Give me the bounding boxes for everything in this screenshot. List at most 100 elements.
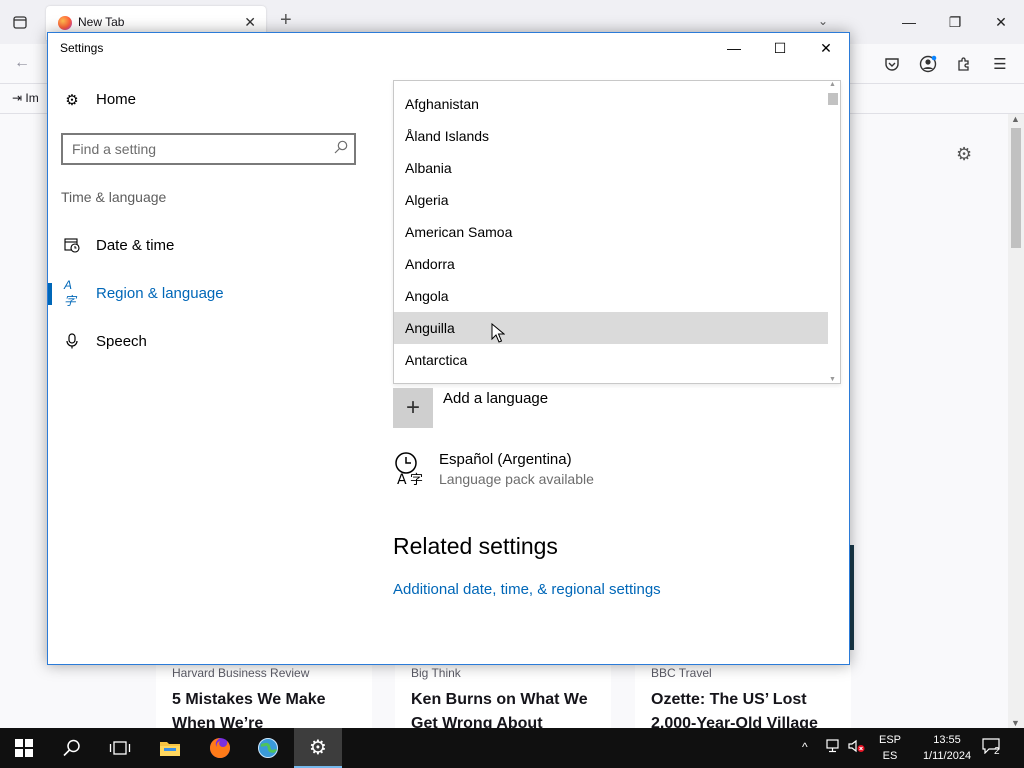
input-lang-bottom: ES <box>882 750 898 762</box>
language-name: Español (Argentina) <box>439 451 572 468</box>
firefox-taskbar-icon[interactable] <box>196 728 244 768</box>
microphone-icon <box>64 333 80 349</box>
file-explorer-icon[interactable] <box>146 728 194 768</box>
list-item[interactable]: Åland Islands <box>394 120 828 152</box>
close-icon[interactable]: ✕ <box>978 0 1024 44</box>
scroll-down-icon[interactable]: ▼ <box>1011 718 1020 728</box>
related-settings-heading: Related settings <box>393 533 558 559</box>
scroll-up-icon[interactable]: ▲ <box>829 81 836 88</box>
volume-muted-icon[interactable] <box>848 739 866 756</box>
story-source: Harvard Business Review <box>172 666 310 680</box>
section-label: Time & language <box>61 189 167 205</box>
tab-close-icon[interactable]: ✕ <box>244 14 256 31</box>
list-item[interactable]: Antarctica <box>394 344 828 376</box>
extensions-icon[interactable] <box>954 54 974 74</box>
story-headline: Ken Burns on What We Get Wrong About <box>411 691 588 728</box>
account-icon[interactable] <box>918 54 938 74</box>
task-view-icon[interactable] <box>96 728 144 768</box>
calendar-clock-icon <box>64 237 80 253</box>
home-label: Home <box>96 91 137 108</box>
language-options-icon: A字 <box>393 451 427 488</box>
bookmark-import[interactable]: ⇥ Im <box>12 91 39 105</box>
settings-window-controls: — ☐ ✕ <box>711 33 849 63</box>
gear-icon: ⚙ <box>309 736 327 759</box>
additional-regional-settings-link[interactable]: Additional date, time, & regional settin… <box>393 581 661 598</box>
list-item[interactable]: Angola <box>394 280 828 312</box>
nav-item-region-language[interactable]: A字 Region & language <box>48 271 378 315</box>
pocket-icon[interactable] <box>882 54 902 74</box>
settings-titlebar[interactable]: Settings — ☐ ✕ <box>48 33 849 63</box>
nav-item-label: Date & time <box>96 236 175 254</box>
list-item[interactable]: Algeria <box>394 184 828 216</box>
nav-item-label: Region & language <box>96 284 224 302</box>
nav-home[interactable]: ⚙ Home <box>64 91 137 109</box>
bookmark-label: Im <box>25 91 39 105</box>
tab-title: New Tab <box>78 15 125 29</box>
active-indicator <box>48 283 52 305</box>
close-icon[interactable]: ✕ <box>803 33 849 63</box>
story-headline: Ozette: The US’ Lost 2,000-Year-Old Vill… <box>651 691 818 728</box>
add-language-button[interactable]: + Add a language <box>393 388 548 428</box>
list-item-hovered[interactable]: Anguilla <box>394 312 828 344</box>
search-input[interactable] <box>63 135 313 163</box>
page-scrollbar[interactable]: ▲ ▼ <box>1008 114 1024 728</box>
clock-date: 1/11/2024 <box>922 750 972 762</box>
svg-text:A: A <box>397 472 407 487</box>
start-button[interactable] <box>0 728 48 768</box>
nav-item-speech[interactable]: Speech <box>48 319 378 363</box>
language-status: Language pack available <box>439 471 594 487</box>
taskbar: ⚙ ^ ESP ES 13:55 1/11/2024 2 <box>0 728 1024 768</box>
nav-item-label: Speech <box>96 332 147 350</box>
input-lang-top: ESP <box>878 734 901 746</box>
search-icon[interactable] <box>334 140 348 157</box>
maximize-icon[interactable]: ☐ <box>757 33 803 63</box>
menu-icon[interactable]: ☰ <box>990 54 1010 74</box>
import-icon: ⇥ <box>12 91 23 105</box>
toolbar-icons: ☰ <box>882 54 1010 74</box>
input-language-indicator[interactable]: ESP ES <box>878 732 902 764</box>
settings-window: Settings — ☐ ✕ ⚙ Home Time & language Da… <box>47 32 850 665</box>
story-card[interactable]: Big Think Ken Burns on What We Get Wrong… <box>395 662 611 728</box>
restore-icon[interactable]: ❐ <box>932 0 978 44</box>
tab-list-icon[interactable] <box>10 12 30 32</box>
story-headline: 5 Mistakes We Make When We’re <box>172 691 326 728</box>
search-icon[interactable] <box>48 728 96 768</box>
scroll-thumb[interactable] <box>828 93 838 105</box>
add-language-label: Add a language <box>443 390 549 407</box>
country-dropdown-list[interactable]: Afghanistan Åland Islands Albania Algeri… <box>393 80 841 384</box>
notification-count: 2 <box>994 746 1000 757</box>
language-entry[interactable]: A字 Español (Argentina) Language pack ava… <box>393 451 594 488</box>
plus-icon: + <box>393 388 433 428</box>
back-arrow-icon[interactable]: ← <box>14 54 30 72</box>
list-item[interactable]: Albania <box>394 152 828 184</box>
show-hidden-icons-chevron-icon[interactable]: ^ <box>802 740 808 754</box>
mouse-cursor-icon <box>491 323 505 343</box>
list-scrollbar[interactable]: ▲ ▼ <box>826 81 840 383</box>
window-title: Settings <box>60 41 104 55</box>
clock-time: 13:55 <box>933 734 961 746</box>
network-icon[interactable] <box>826 739 842 756</box>
story-card[interactable]: Harvard Business Review 5 Mistakes We Ma… <box>156 662 372 728</box>
story-card[interactable]: BBC Travel Ozette: The US’ Lost 2,000-Ye… <box>635 662 851 728</box>
scroll-down-icon[interactable]: ▼ <box>829 376 836 383</box>
chevron-down-icon[interactable]: ⌄ <box>818 14 828 28</box>
gear-icon: ⚙ <box>65 91 79 109</box>
browser-globe-icon[interactable] <box>244 728 292 768</box>
story-source: BBC Travel <box>651 666 712 680</box>
minimize-icon[interactable]: — <box>711 33 757 63</box>
search-box[interactable] <box>61 133 356 165</box>
settings-taskbar-button[interactable]: ⚙ <box>294 728 342 768</box>
list-item[interactable]: Andorra <box>394 248 828 280</box>
nav-item-date-time[interactable]: Date & time <box>48 223 378 267</box>
scroll-thumb[interactable] <box>1011 128 1021 248</box>
windows-logo-icon <box>15 739 33 757</box>
list-item[interactable]: American Samoa <box>394 216 828 248</box>
clock[interactable]: 13:55 1/11/2024 <box>912 732 982 764</box>
browser-window-controls: — ❐ ✕ <box>886 0 1024 44</box>
gear-icon[interactable]: ⚙ <box>956 144 972 165</box>
new-tab-icon[interactable]: + <box>280 10 292 30</box>
scroll-up-icon[interactable]: ▲ <box>1011 114 1020 124</box>
list-item[interactable]: Afghanistan <box>394 88 828 120</box>
svg-text:字: 字 <box>410 473 423 487</box>
minimize-icon[interactable]: — <box>886 0 932 44</box>
